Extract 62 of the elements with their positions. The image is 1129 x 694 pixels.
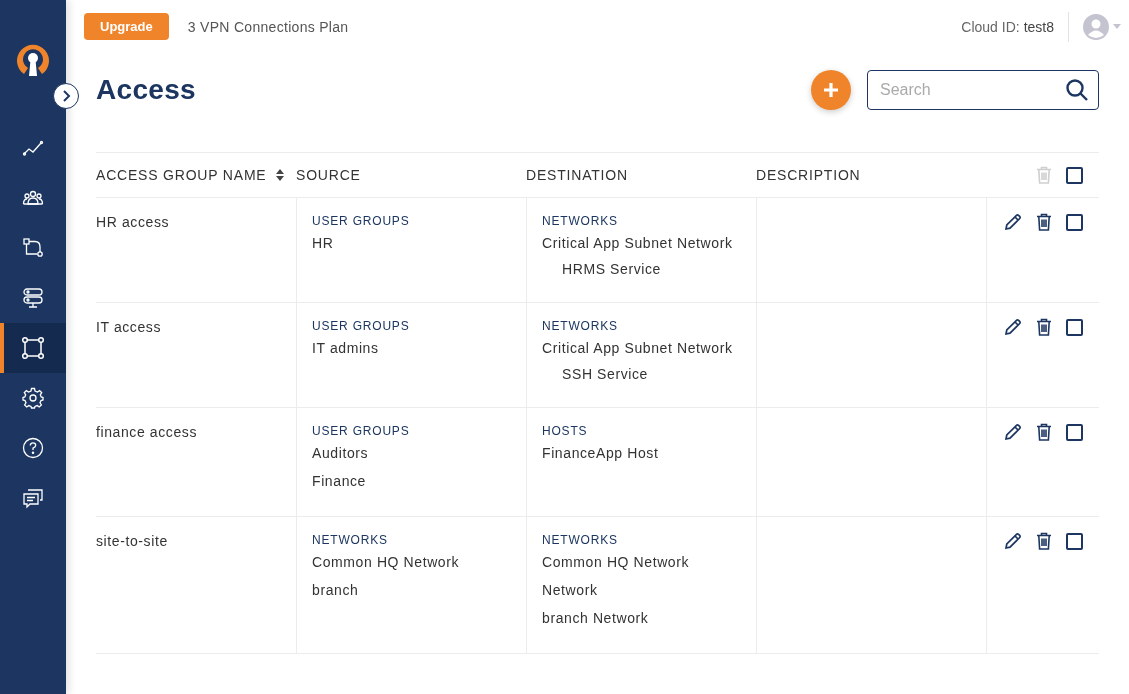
- plus-icon: [823, 82, 839, 98]
- page-title: Access: [96, 74, 196, 106]
- entity-name: HR: [312, 234, 334, 253]
- entity-type-label: NETWORKS: [542, 318, 618, 334]
- server-icon: [22, 287, 44, 309]
- entity-name: Network: [542, 581, 598, 600]
- entity-type-label: NETWORKS: [542, 532, 618, 548]
- plan-name: 3 VPN Connections Plan: [187, 18, 349, 35]
- access-group-name: HR access: [96, 214, 170, 230]
- edit-icon[interactable]: [1004, 532, 1022, 550]
- row-checkbox[interactable]: [1066, 319, 1083, 336]
- entity-type-label: HOSTS: [542, 423, 588, 439]
- sidebar-nav-item[interactable]: [0, 323, 66, 373]
- user-avatar-icon: [1083, 13, 1109, 40]
- delete-icon[interactable]: [1036, 213, 1052, 231]
- column-header: SOURCE: [296, 167, 361, 183]
- entity-name: Auditors: [312, 444, 369, 463]
- entity-name: branch Network: [542, 609, 649, 628]
- sort-icon[interactable]: [275, 169, 284, 181]
- edit-icon[interactable]: [1004, 423, 1022, 441]
- service-name: HRMS Service: [562, 260, 661, 279]
- entity-name: Finance: [312, 472, 366, 491]
- search-icon[interactable]: [1065, 78, 1089, 102]
- entity-name: Common HQ Network: [542, 553, 690, 572]
- entity-name: FinanceApp Host: [542, 444, 659, 463]
- entity-name: Common HQ Network: [312, 553, 460, 572]
- entity-name: branch: [312, 581, 359, 600]
- add-button[interactable]: [811, 70, 851, 110]
- delete-icon[interactable]: [1036, 318, 1052, 336]
- access-group-name: site-to-site: [96, 533, 168, 549]
- column-header[interactable]: ACCESS GROUP NAME: [96, 167, 284, 183]
- edit-icon[interactable]: [1004, 213, 1022, 231]
- entity-name: IT admins: [312, 339, 379, 358]
- access-group-name: IT access: [96, 319, 162, 335]
- entity-type-label: NETWORKS: [312, 532, 388, 548]
- nodes-square-icon: [21, 336, 45, 360]
- select-all-checkbox[interactable]: [1066, 167, 1083, 184]
- settings-icon: [22, 387, 44, 409]
- entity-type-label: NETWORKS: [542, 213, 618, 229]
- row-checkbox[interactable]: [1066, 214, 1083, 231]
- search-field[interactable]: Search: [867, 70, 1099, 110]
- edit-icon[interactable]: [1004, 318, 1022, 336]
- row-checkbox[interactable]: [1066, 424, 1083, 441]
- connector-icon: [22, 237, 44, 259]
- help-icon: [22, 437, 44, 459]
- entity-type-label: USER GROUPS: [312, 213, 410, 229]
- column-header: DESTINATION: [526, 167, 628, 183]
- service-name: SSH Service: [562, 365, 648, 384]
- delete-icon[interactable]: [1036, 423, 1052, 441]
- entity-name: Critical App Subnet Network: [542, 339, 733, 358]
- entity-name: Critical App Subnet Network: [542, 234, 733, 253]
- chat-icon: [22, 487, 44, 509]
- cloud-id-value: test8: [1023, 18, 1054, 35]
- row-checkbox[interactable]: [1066, 533, 1083, 550]
- chevron-right-icon: [61, 90, 71, 102]
- cloud-id-label: Cloud ID:: [961, 18, 1020, 35]
- entity-type-label: USER GROUPS: [312, 423, 410, 439]
- caret-down-icon: [1113, 24, 1121, 29]
- delete-icon[interactable]: [1036, 532, 1052, 550]
- entity-type-label: USER GROUPS: [312, 318, 410, 334]
- column-header: DESCRIPTION: [756, 167, 861, 183]
- access-group-name: finance access: [96, 424, 197, 440]
